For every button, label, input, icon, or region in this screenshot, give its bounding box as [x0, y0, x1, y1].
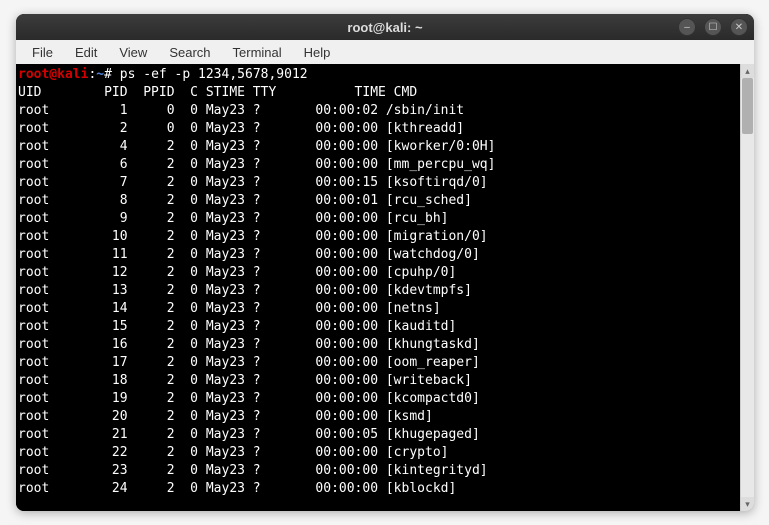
scroll-up-arrow[interactable]: ▴ — [741, 64, 754, 78]
ps-row: root 1 0 0 May23 ? 00:00:02 /sbin/init — [18, 103, 464, 118]
menubar: File Edit View Search Terminal Help — [16, 40, 754, 64]
scrollbar: ▴ ▾ — [740, 64, 754, 511]
ps-row: root 6 2 0 May23 ? 00:00:00 [mm_percpu_w… — [18, 157, 495, 172]
menu-terminal[interactable]: Terminal — [223, 43, 292, 62]
ps-row: root 13 2 0 May23 ? 00:00:00 [kdevtmpfs] — [18, 283, 472, 298]
window-titlebar: root@kali: ~ – ☐ ✕ — [16, 14, 754, 40]
scroll-thumb[interactable] — [742, 78, 753, 134]
ps-header: UID PID PPID C STIME TTY TIME CMD — [18, 85, 417, 100]
window-buttons: – ☐ ✕ — [678, 18, 748, 36]
ps-row: root 18 2 0 May23 ? 00:00:00 [writeback] — [18, 373, 472, 388]
ps-row: root 23 2 0 May23 ? 00:00:00 [kintegrity… — [18, 463, 488, 478]
window-title: root@kali: ~ — [347, 20, 422, 35]
ps-row: root 24 2 0 May23 ? 00:00:00 [kblockd] — [18, 481, 456, 496]
ps-row: root 12 2 0 May23 ? 00:00:00 [cpuhp/0] — [18, 265, 456, 280]
close-button[interactable]: ✕ — [730, 18, 748, 36]
menu-file[interactable]: File — [22, 43, 63, 62]
ps-row: root 10 2 0 May23 ? 00:00:00 [migration/… — [18, 229, 488, 244]
ps-row: root 15 2 0 May23 ? 00:00:00 [kauditd] — [18, 319, 456, 334]
ps-row: root 9 2 0 May23 ? 00:00:00 [rcu_bh] — [18, 211, 448, 226]
prompt-user-host: root@kali — [18, 67, 88, 82]
terminal-window: root@kali: ~ – ☐ ✕ File Edit View Search… — [16, 14, 754, 511]
menu-help[interactable]: Help — [294, 43, 341, 62]
ps-row: root 22 2 0 May23 ? 00:00:00 [crypto] — [18, 445, 448, 460]
ps-row: root 7 2 0 May23 ? 00:00:15 [ksoftirqd/0… — [18, 175, 488, 190]
ps-row: root 8 2 0 May23 ? 00:00:01 [rcu_sched] — [18, 193, 472, 208]
terminal-output[interactable]: root@kali:~# ps -ef -p 1234,5678,9012 UI… — [16, 64, 740, 511]
ps-row: root 14 2 0 May23 ? 00:00:00 [netns] — [18, 301, 441, 316]
ps-row: root 4 2 0 May23 ? 00:00:00 [kworker/0:0… — [18, 139, 495, 154]
ps-row: root 17 2 0 May23 ? 00:00:00 [oom_reaper… — [18, 355, 480, 370]
menu-view[interactable]: View — [109, 43, 157, 62]
ps-row: root 2 0 0 May23 ? 00:00:00 [kthreadd] — [18, 121, 464, 136]
maximize-button[interactable]: ☐ — [704, 18, 722, 36]
prompt-path: ~ — [96, 67, 104, 82]
command-text: ps -ef -p 1234,5678,9012 — [120, 67, 308, 82]
ps-row: root 20 2 0 May23 ? 00:00:00 [ksmd] — [18, 409, 433, 424]
ps-row: root 19 2 0 May23 ? 00:00:00 [kcompactd0… — [18, 391, 480, 406]
menu-search[interactable]: Search — [159, 43, 220, 62]
terminal-container: root@kali:~# ps -ef -p 1234,5678,9012 UI… — [16, 64, 754, 511]
menu-edit[interactable]: Edit — [65, 43, 107, 62]
scroll-down-arrow[interactable]: ▾ — [741, 497, 754, 511]
minimize-button[interactable]: – — [678, 18, 696, 36]
ps-row: root 11 2 0 May23 ? 00:00:00 [watchdog/0… — [18, 247, 480, 262]
prompt-hash: # — [104, 67, 120, 82]
ps-row: root 21 2 0 May23 ? 00:00:05 [khugepaged… — [18, 427, 480, 442]
ps-row: root 16 2 0 May23 ? 00:00:00 [khungtaskd… — [18, 337, 480, 352]
